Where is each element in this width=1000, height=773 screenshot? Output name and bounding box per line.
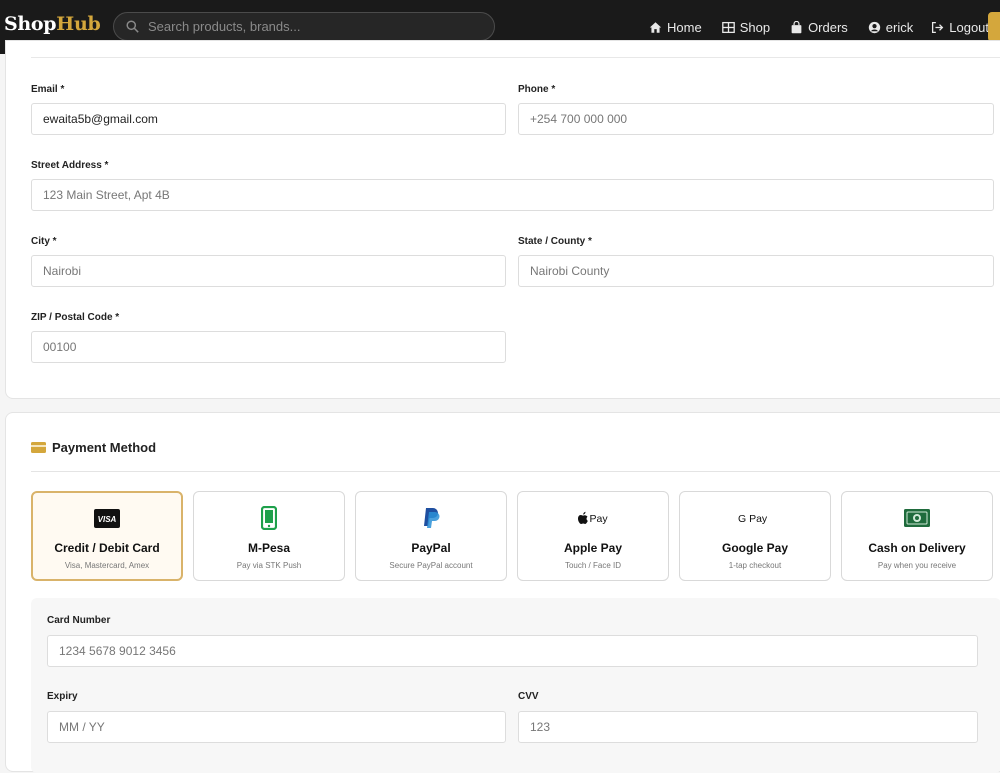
city-label: City * [31, 236, 57, 247]
shipping-address-card: Email * Phone * Street Address * City * … [5, 40, 1000, 399]
brand-logo[interactable]: ShopHub [4, 13, 101, 35]
nav-home-label: Home [667, 19, 702, 35]
street-address-field[interactable] [31, 179, 994, 211]
payment-option-apple-pay[interactable]: Pay Apple Pay Touch / Face ID [517, 491, 669, 581]
cash-icon [842, 506, 992, 530]
card-details-panel: Card Number Expiry CVV [31, 598, 1000, 773]
payment-option-title: PayPal [411, 541, 451, 555]
phone-field[interactable] [518, 103, 994, 135]
search-icon [126, 20, 139, 33]
nav-orders-label: Orders [808, 19, 848, 35]
nav-shop-label: Shop [739, 19, 771, 35]
mobile-phone-icon [194, 506, 344, 530]
nav-orders-link[interactable]: Orders [790, 20, 848, 35]
card-number-field[interactable] [47, 635, 978, 667]
nav-logout-link[interactable]: Logout [931, 20, 989, 35]
city-field[interactable] [31, 255, 506, 287]
payment-option-subtitle: Pay via STK Push [236, 561, 302, 570]
bag-icon [791, 20, 802, 33]
user-icon [868, 21, 880, 33]
payment-section-title: Payment Method [31, 440, 156, 455]
payment-option-title: Google Pay [721, 541, 789, 555]
payment-option-subtitle: Visa, Mastercard, Amex [64, 561, 150, 570]
visa-icon-text: VISA [98, 515, 117, 524]
card-divider [31, 57, 1000, 58]
logout-icon [932, 21, 944, 33]
google-pay-icon: G Pay [680, 506, 830, 530]
search-input[interactable] [148, 19, 468, 34]
nav-logout-label: Logout [949, 19, 990, 35]
apple-pay-icon: Pay [518, 506, 668, 530]
payment-option-subtitle: 1-tap checkout [728, 561, 782, 570]
email-field[interactable] [31, 103, 506, 135]
visa-icon: VISA [33, 506, 181, 530]
brand-text-shop: Shop [4, 13, 57, 35]
payment-option-subtitle: Secure PayPal account [389, 561, 473, 570]
credit-card-icon [31, 442, 46, 453]
payment-option-title: M-Pesa [247, 541, 291, 555]
state-label: State / County * [518, 236, 592, 247]
street-label: Street Address * [31, 160, 109, 171]
nav-action-button[interactable] [988, 12, 1000, 42]
payment-option-title: Apple Pay [563, 541, 623, 555]
payment-option-subtitle: Pay when you receive [877, 561, 957, 570]
payment-title-text: Payment Method [52, 440, 157, 455]
payment-method-card: Payment Method VISA Credit / Debit Card … [5, 412, 1000, 773]
payment-option-card[interactable]: VISA Credit / Debit Card Visa, Mastercar… [31, 491, 183, 581]
expiry-field[interactable] [47, 711, 506, 743]
paypal-icon [356, 506, 506, 530]
cvv-field[interactable] [518, 711, 978, 743]
payment-option-title: Credit / Debit Card [54, 541, 160, 555]
phone-label: Phone * [518, 84, 556, 95]
search-bar [113, 12, 495, 41]
apple-pay-text: Pay [590, 513, 609, 525]
payment-option-google-pay[interactable]: G Pay Google Pay 1-tap checkout [679, 491, 831, 581]
grid-icon [721, 21, 735, 33]
google-pay-text: G Pay [738, 513, 768, 525]
payment-divider [31, 471, 1000, 472]
payment-option-paypal[interactable]: PayPal Secure PayPal account [355, 491, 507, 581]
cvv-label: CVV [518, 691, 539, 702]
nav-shop-link[interactable]: Shop [721, 19, 771, 35]
nav-user-link[interactable]: erick [868, 20, 913, 35]
email-label: Email * [31, 84, 65, 95]
payment-option-subtitle: Touch / Face ID [564, 561, 622, 570]
expiry-label: Expiry [47, 691, 78, 702]
payment-option-mpesa[interactable]: M-Pesa Pay via STK Push [193, 491, 345, 581]
nav-user-label: erick [885, 19, 914, 35]
brand-text-hub: Hub [56, 13, 101, 35]
payment-option-cash[interactable]: Cash on Delivery Pay when you receive [841, 491, 993, 581]
zip-label: ZIP / Postal Code * [31, 312, 120, 323]
state-field[interactable] [518, 255, 994, 287]
payment-option-title: Cash on Delivery [868, 541, 966, 555]
zip-field[interactable] [31, 331, 506, 363]
card-number-label: Card Number [47, 615, 111, 626]
nav-home-link[interactable]: Home [649, 20, 702, 35]
home-icon [649, 21, 662, 33]
